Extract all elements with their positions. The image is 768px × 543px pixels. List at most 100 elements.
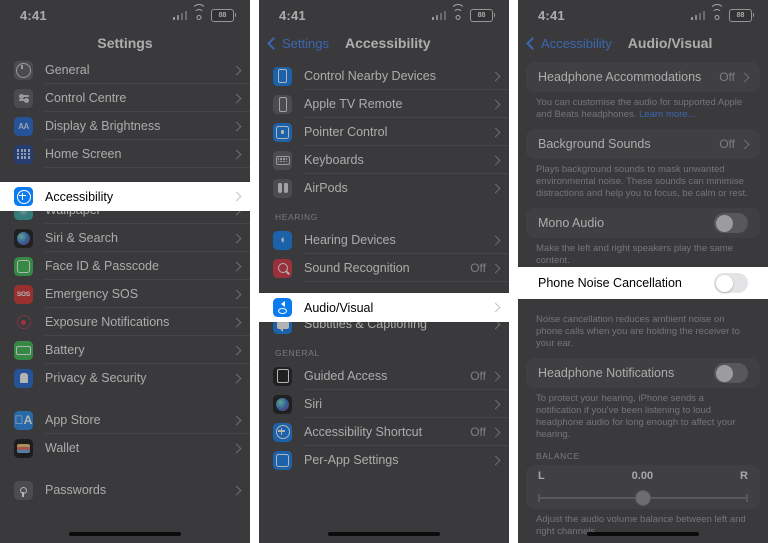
list-item-airpods[interactable]: AirPods xyxy=(259,174,509,202)
list-item-sound-recognition[interactable]: Sound Recognition Off xyxy=(259,254,509,282)
row-label: Siri & Search xyxy=(45,231,118,245)
home-screen-icon xyxy=(14,144,33,164)
chevron-right-icon xyxy=(490,371,501,381)
row-label: Battery xyxy=(45,343,85,357)
sidebar-item-privacy-security[interactable]: Privacy & Security xyxy=(0,364,250,392)
accessibility-icon xyxy=(14,187,33,206)
card-headphone-notifications: Headphone Notifications xyxy=(526,358,760,388)
apple-tv-remote-icon xyxy=(273,94,292,114)
slider-right-cap xyxy=(746,494,748,502)
balance-slider[interactable] xyxy=(538,487,748,509)
chevron-left-icon xyxy=(526,36,539,50)
row-label: Per-App Settings xyxy=(304,453,399,467)
row-label: Pointer Control xyxy=(304,125,388,139)
row-label: Mono Audio xyxy=(538,216,605,230)
row-label: Headphone Notifications xyxy=(538,366,675,380)
row-phone-noise-cancellation[interactable]: Phone Noise Cancellation xyxy=(518,267,768,299)
row-mono-audio[interactable]: Mono Audio xyxy=(538,208,748,238)
home-indicator xyxy=(587,532,699,536)
chevron-right-icon xyxy=(231,65,242,75)
row-label: Privacy & Security xyxy=(45,371,147,385)
sidebar-item-control-centre[interactable]: Control Centre xyxy=(0,84,250,112)
panel-settings: 4:41 88 Settings General Control Centre … xyxy=(0,0,250,543)
list-item-keyboards[interactable]: Keyboards xyxy=(259,146,509,174)
battery-icon: 88 xyxy=(729,8,754,22)
nav-bar-accessibility: Settings Accessibility xyxy=(259,30,509,56)
row-value: Off xyxy=(470,425,486,439)
row-label: Headphone Accommodations xyxy=(538,70,702,84)
row-headphone-accommodations[interactable]: Headphone Accommodations Off xyxy=(538,62,750,92)
list-item-control-nearby-devices[interactable]: Control Nearby Devices xyxy=(259,62,509,90)
battery-icon: 88 xyxy=(470,8,495,22)
wallet-icon xyxy=(14,438,33,458)
list-item-siri[interactable]: Siri xyxy=(259,390,509,418)
audio-visual-icon xyxy=(273,298,292,317)
chevron-right-icon xyxy=(231,345,242,355)
status-icons: 88 xyxy=(172,4,236,22)
control-nearby-devices-icon xyxy=(273,66,292,86)
slider-knob[interactable] xyxy=(635,490,651,506)
list-item-apple-tv-remote[interactable]: Apple TV Remote xyxy=(259,90,509,118)
balance-value: 0.00 xyxy=(631,470,654,482)
row-label: Sound Recognition xyxy=(304,261,410,275)
phone-noise-cancellation-toggle[interactable] xyxy=(714,273,748,293)
sidebar-item-passwords[interactable]: Passwords xyxy=(0,476,250,504)
sidebar-item-accessibility[interactable]: Accessibility xyxy=(0,182,250,211)
row-headphone-notifications[interactable]: Headphone Notifications xyxy=(538,358,748,388)
sidebar-item-face-id-passcode[interactable]: Face ID & Passcode xyxy=(0,252,250,280)
control-centre-icon xyxy=(14,88,33,108)
chevron-right-icon xyxy=(490,71,501,81)
chevron-right-icon xyxy=(231,443,242,453)
row-label: Siri xyxy=(304,397,323,411)
sidebar-item-exposure-notifications[interactable]: Exposure Notifications xyxy=(0,308,250,336)
back-button-settings[interactable]: Settings xyxy=(267,36,329,51)
sidebar-item-app-store[interactable]: A App Store xyxy=(0,406,250,434)
list-item-accessibility-shortcut[interactable]: Accessibility Shortcut Off xyxy=(259,418,509,446)
list-item-per-app-settings[interactable]: Per-App Settings xyxy=(259,446,509,474)
cellular-signal-icon xyxy=(690,10,705,20)
card-headphone-accommodations: Headphone Accommodations Off xyxy=(526,62,760,92)
status-icons: 88 xyxy=(431,4,495,22)
sound-recognition-icon xyxy=(273,258,292,278)
panel-accessibility: 4:41 88 Settings Accessibility Control N… xyxy=(259,0,509,543)
list-item-guided-access[interactable]: Guided Access Off xyxy=(259,362,509,390)
section-header-general: GENERAL xyxy=(275,348,320,358)
sidebar-item-home-screen[interactable]: Home Screen xyxy=(0,140,250,168)
panel-accessibility-dimmed-content: 4:41 88 Settings Accessibility Control N… xyxy=(259,0,509,474)
chevron-right-icon xyxy=(231,121,242,131)
sidebar-item-wallet[interactable]: Wallet xyxy=(0,434,250,462)
back-button-accessibility[interactable]: Accessibility xyxy=(526,36,612,51)
page-title: Settings xyxy=(97,35,153,51)
mono-audio-toggle[interactable] xyxy=(714,213,748,233)
chevron-right-icon xyxy=(231,415,242,425)
sidebar-item-display-brightness[interactable]: AA Display & Brightness xyxy=(0,112,250,140)
chevron-right-icon xyxy=(490,155,501,165)
list-item-pointer-control[interactable]: Pointer Control xyxy=(259,118,509,146)
chevron-right-icon xyxy=(231,261,242,271)
sidebar-item-siri-search[interactable]: Siri & Search xyxy=(0,224,250,252)
list-item-audio-visual[interactable]: Audio/Visual xyxy=(259,293,509,322)
chevron-right-icon xyxy=(231,233,242,243)
row-label: Control Centre xyxy=(45,91,127,105)
panel-divider-1 xyxy=(250,0,259,543)
note-headphone-notifications: To protect your hearing, iPhone sends a … xyxy=(536,393,736,440)
chevron-right-icon xyxy=(231,373,242,383)
balance-labels: L 0.00 R xyxy=(538,465,748,487)
list-item-hearing-devices[interactable]: ◖ Hearing Devices xyxy=(259,226,509,254)
three-panel-screenshot: 4:41 88 Settings General Control Centre … xyxy=(0,0,768,543)
per-app-settings-icon xyxy=(273,450,292,470)
headphone-notifications-toggle[interactable] xyxy=(714,363,748,383)
passwords-icon xyxy=(14,480,33,500)
display-brightness-icon: AA xyxy=(14,116,33,136)
note-headphone-accommodations: You can customise the audio for supporte… xyxy=(518,92,768,121)
accessibility-list: Control Nearby Devices Apple TV Remote P… xyxy=(259,56,509,474)
sidebar-item-battery[interactable]: Battery xyxy=(0,336,250,364)
sidebar-item-general[interactable]: General xyxy=(0,56,250,84)
gear-icon xyxy=(14,60,33,80)
chevron-right-icon xyxy=(490,127,501,137)
chevron-right-icon xyxy=(490,235,501,245)
learn-more-link[interactable]: Learn more... xyxy=(639,109,696,120)
row-background-sounds[interactable]: Background Sounds Off xyxy=(538,129,750,159)
sidebar-item-emergency-sos[interactable]: SOS Emergency SOS xyxy=(0,280,250,308)
status-time: 4:41 xyxy=(279,7,306,23)
